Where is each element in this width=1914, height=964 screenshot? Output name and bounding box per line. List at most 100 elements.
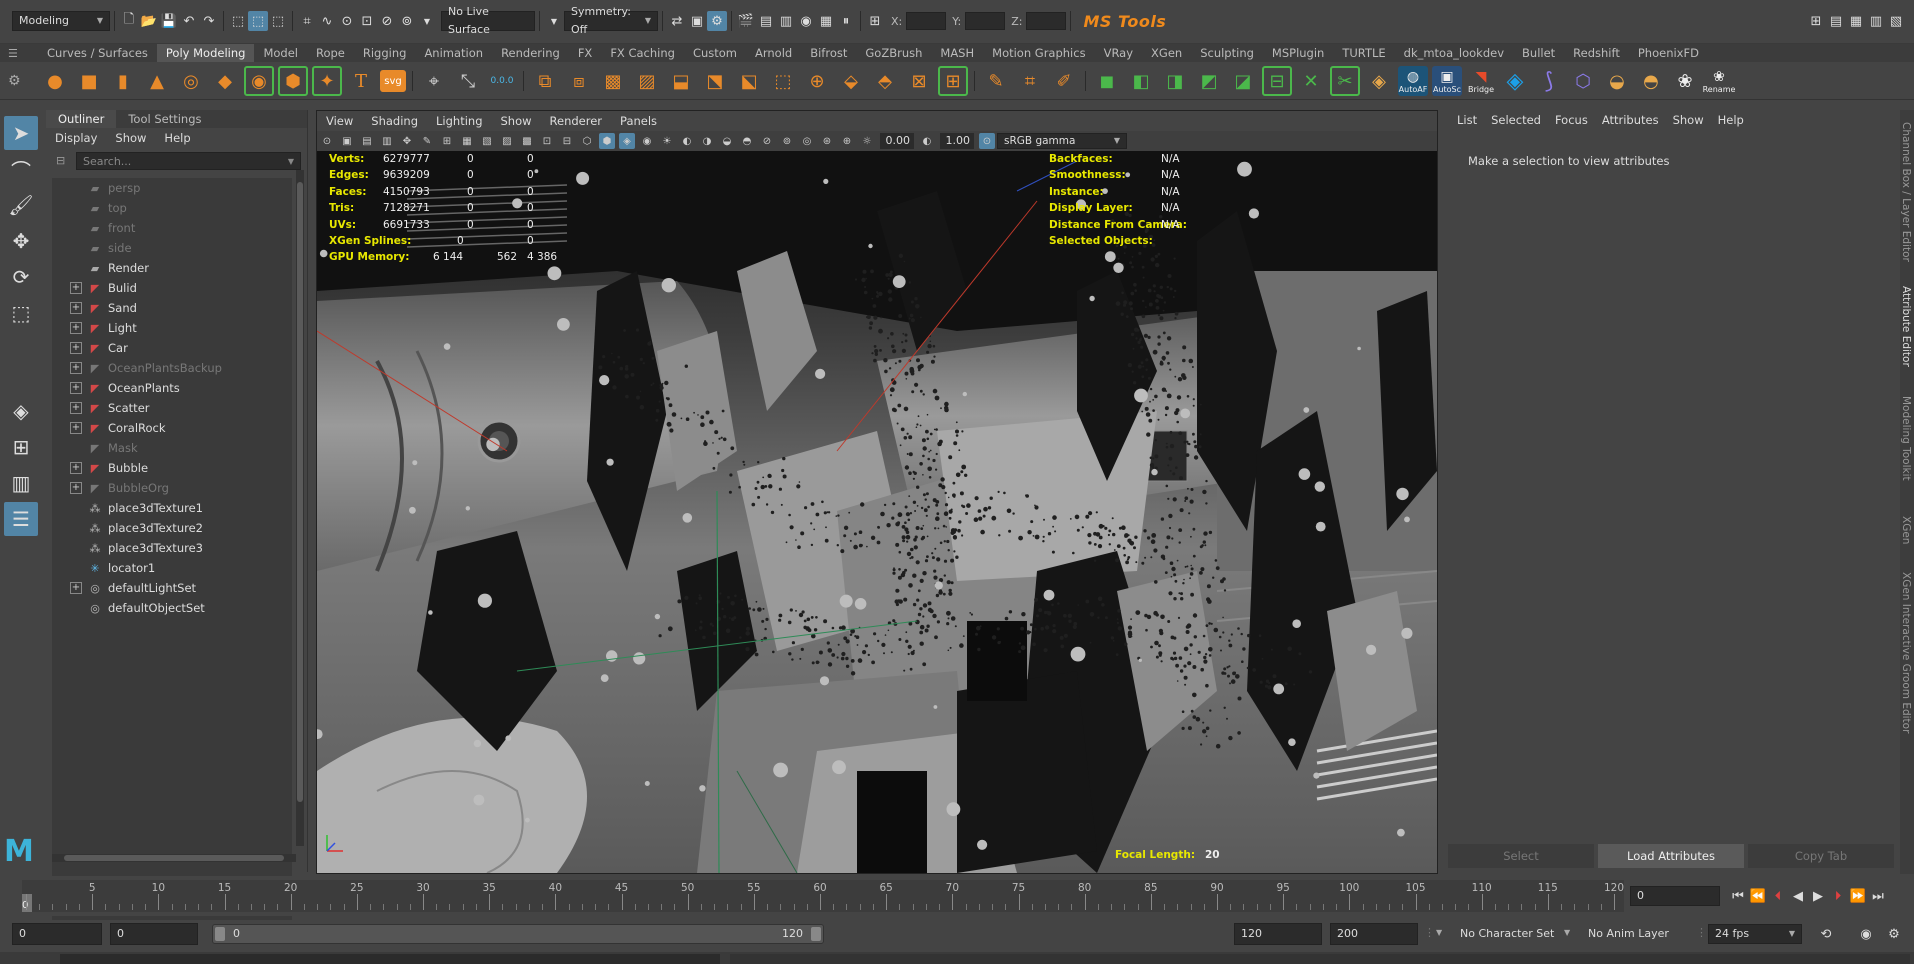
shelf-tab-dk-mtoa-lookdev[interactable]: dk_mtoa_lookdev [1395, 44, 1513, 62]
y-field[interactable] [965, 12, 1006, 30]
shelf-tab-bifrost[interactable]: Bifrost [801, 44, 856, 62]
outliner-item[interactable]: + ◤ OceanPlants [52, 378, 292, 398]
render-view-icon[interactable]: ▣ [687, 11, 707, 31]
expand-icon[interactable]: + [70, 322, 82, 334]
shelf-tab-arnold[interactable]: Arnold [746, 44, 801, 62]
shelf-tab-custom[interactable]: Custom [684, 44, 746, 62]
reduce-icon[interactable]: ⬙ [836, 66, 866, 96]
attribute-editor-toggle-icon[interactable]: ▦ [1846, 11, 1866, 31]
shelf-tab-animation[interactable]: Animation [415, 44, 492, 62]
new-scene-icon[interactable]: 🗋 [119, 11, 139, 31]
outliner-item[interactable]: + ◎ defaultLightSet [52, 578, 292, 598]
multi-cut-icon[interactable]: ✎ [981, 66, 1011, 96]
unfold-icon[interactable]: ⊟ [1262, 66, 1292, 96]
ae-load-attributes-button[interactable]: Load Attributes [1598, 844, 1744, 868]
range-start-handle[interactable] [215, 927, 225, 941]
ae-menu-help[interactable]: Help [1711, 113, 1751, 127]
xgen-grid-icon[interactable]: ⬡ [1568, 66, 1598, 96]
shelf-tab-rendering[interactable]: Rendering [492, 44, 569, 62]
smooth-icon[interactable]: ▩ [598, 66, 628, 96]
triangulate-icon[interactable]: ⊠ [904, 66, 934, 96]
shelf-tab-model[interactable]: Model [254, 44, 307, 62]
step-forward-frame-icon[interactable]: ⏵ [1828, 886, 1848, 906]
select-camera-icon[interactable]: ⊙ [319, 133, 335, 149]
shelf-tab-redshift[interactable]: Redshift [1564, 44, 1629, 62]
fill-hole-icon[interactable]: ⊕ [802, 66, 832, 96]
select-hierarchy-icon[interactable]: ⬚ [228, 11, 248, 31]
animation-prefs-icon[interactable]: ⚙ [1884, 924, 1904, 944]
xray-joints-icon[interactable]: ⊛ [819, 133, 835, 149]
anim-layer-arrow-icon[interactable]: ▼ [1564, 928, 1570, 937]
open-scene-icon[interactable]: 📂 [139, 11, 159, 31]
render-frame-icon[interactable]: 🎬 [736, 11, 756, 31]
xray-icon[interactable]: ◎ [799, 133, 815, 149]
rotate-tool-icon[interactable]: ⟳ [4, 260, 38, 294]
channel-box-toggle-icon[interactable]: ▤ [1826, 11, 1846, 31]
symmetry-dropdown-icon[interactable]: ▼ [544, 11, 564, 31]
camera-attrs-icon[interactable]: ▣ [339, 133, 355, 149]
play-forwards-icon[interactable]: ▶ [1808, 886, 1828, 906]
depth-of-field-icon[interactable]: ⊘ [759, 133, 775, 149]
ae-copy-tab-button[interactable]: Copy Tab [1748, 844, 1894, 868]
outliner-item[interactable]: ◎ defaultObjectSet [52, 598, 292, 618]
sew-uv-icon[interactable]: ◈ [1364, 66, 1394, 96]
shelf-tool-c-icon[interactable]: ❀ [1670, 66, 1700, 96]
character-set-field[interactable]: No Character Set [1460, 927, 1554, 940]
select-component-icon[interactable]: ⬚ [268, 11, 288, 31]
range-bar[interactable]: 0 120 [212, 924, 824, 944]
mirror-icon[interactable]: ⤡ [453, 66, 483, 96]
side-tab-attribute-editor[interactable]: Attribute Editor [1900, 286, 1912, 367]
outliner-item[interactable]: + ◤ Light [52, 318, 292, 338]
shelf-tab-bullet[interactable]: Bullet [1513, 44, 1564, 62]
select-object-icon[interactable]: ⬚ [248, 11, 268, 31]
outliner-item[interactable]: + ◤ Bubble [52, 458, 292, 478]
vp-menu-lighting[interactable]: Lighting [427, 114, 491, 128]
expand-icon[interactable]: + [70, 402, 82, 414]
safe-title-icon[interactable]: ⊟ [559, 133, 575, 149]
expand-icon[interactable]: + [70, 342, 82, 354]
two-d-pan-icon[interactable]: ✥ [399, 133, 415, 149]
move-tool-icon[interactable]: ✥ [4, 224, 38, 258]
ae-menu-attributes[interactable]: Attributes [1595, 113, 1666, 127]
poly-cube-icon[interactable]: ■ [74, 66, 104, 96]
single-view-icon[interactable]: ◈ [4, 394, 38, 428]
outliner-item[interactable]: + ◤ Car [52, 338, 292, 358]
outliner-hscrollbar[interactable] [52, 854, 296, 862]
animation-start-field[interactable]: 0 [12, 923, 102, 945]
outliner-search-input[interactable]: Search... ▼ [76, 152, 301, 170]
transform-mode-icon[interactable]: ⊞ [865, 11, 885, 31]
rename-button[interactable]: ❀ Rename [1703, 66, 1736, 96]
motion-blur-icon[interactable]: ◒ [719, 133, 735, 149]
outliner-item[interactable]: + ◤ Bulid [52, 278, 292, 298]
anti-aliasing-icon[interactable]: ◓ [739, 133, 755, 149]
outliner-item[interactable]: + ◤ Scatter [52, 398, 292, 418]
time-ruler[interactable]: 0 51015202530354045505560657075808590951… [22, 880, 1624, 912]
bookmark-icon[interactable]: ▤ [359, 133, 375, 149]
ipr-render-icon[interactable]: ▤ [756, 11, 776, 31]
outliner-menu-help[interactable]: Help [155, 131, 199, 145]
quad-draw-icon[interactable]: ✐ [1049, 66, 1079, 96]
gamma-field[interactable]: 1.00 [940, 133, 974, 149]
field-chart-icon[interactable]: ▩ [519, 133, 535, 149]
layout-icon[interactable]: ⊞ [1806, 11, 1826, 31]
redshift-icon[interactable]: ◈ [1500, 66, 1530, 96]
search-options-icon[interactable]: ▼ [288, 157, 294, 166]
current-frame-field[interactable]: 0 [1630, 886, 1720, 906]
snap-grid-icon[interactable]: ⌗ [297, 11, 317, 31]
poly-platonic-icon[interactable]: ⬢ [278, 66, 308, 96]
shelf-tab-gozbrush[interactable]: GoZBrush [856, 44, 931, 62]
shelf-tab-rope[interactable]: Rope [307, 44, 354, 62]
use-all-lights-icon[interactable]: ☀ [659, 133, 675, 149]
hypershade-icon[interactable]: ◉ [796, 11, 816, 31]
pause-icon[interactable]: ⏸ [836, 11, 856, 31]
outliner-item[interactable]: + ◤ Sand [52, 298, 292, 318]
construction-history-icon[interactable]: ⇄ [667, 11, 687, 31]
image-plane-icon[interactable]: ▥ [379, 133, 395, 149]
shelf-tool-b-icon[interactable]: ◓ [1636, 66, 1666, 96]
snap-curve-icon[interactable]: ∿ [317, 11, 337, 31]
ae-menu-list[interactable]: List [1450, 113, 1484, 127]
measure-icon[interactable]: ⌖ [419, 66, 449, 96]
side-tab-channel-box[interactable]: Channel Box / Layer Editor [1900, 122, 1912, 262]
render-settings2-icon[interactable]: ▥ [776, 11, 796, 31]
shelf-tab-sculpting[interactable]: Sculpting [1191, 44, 1263, 62]
